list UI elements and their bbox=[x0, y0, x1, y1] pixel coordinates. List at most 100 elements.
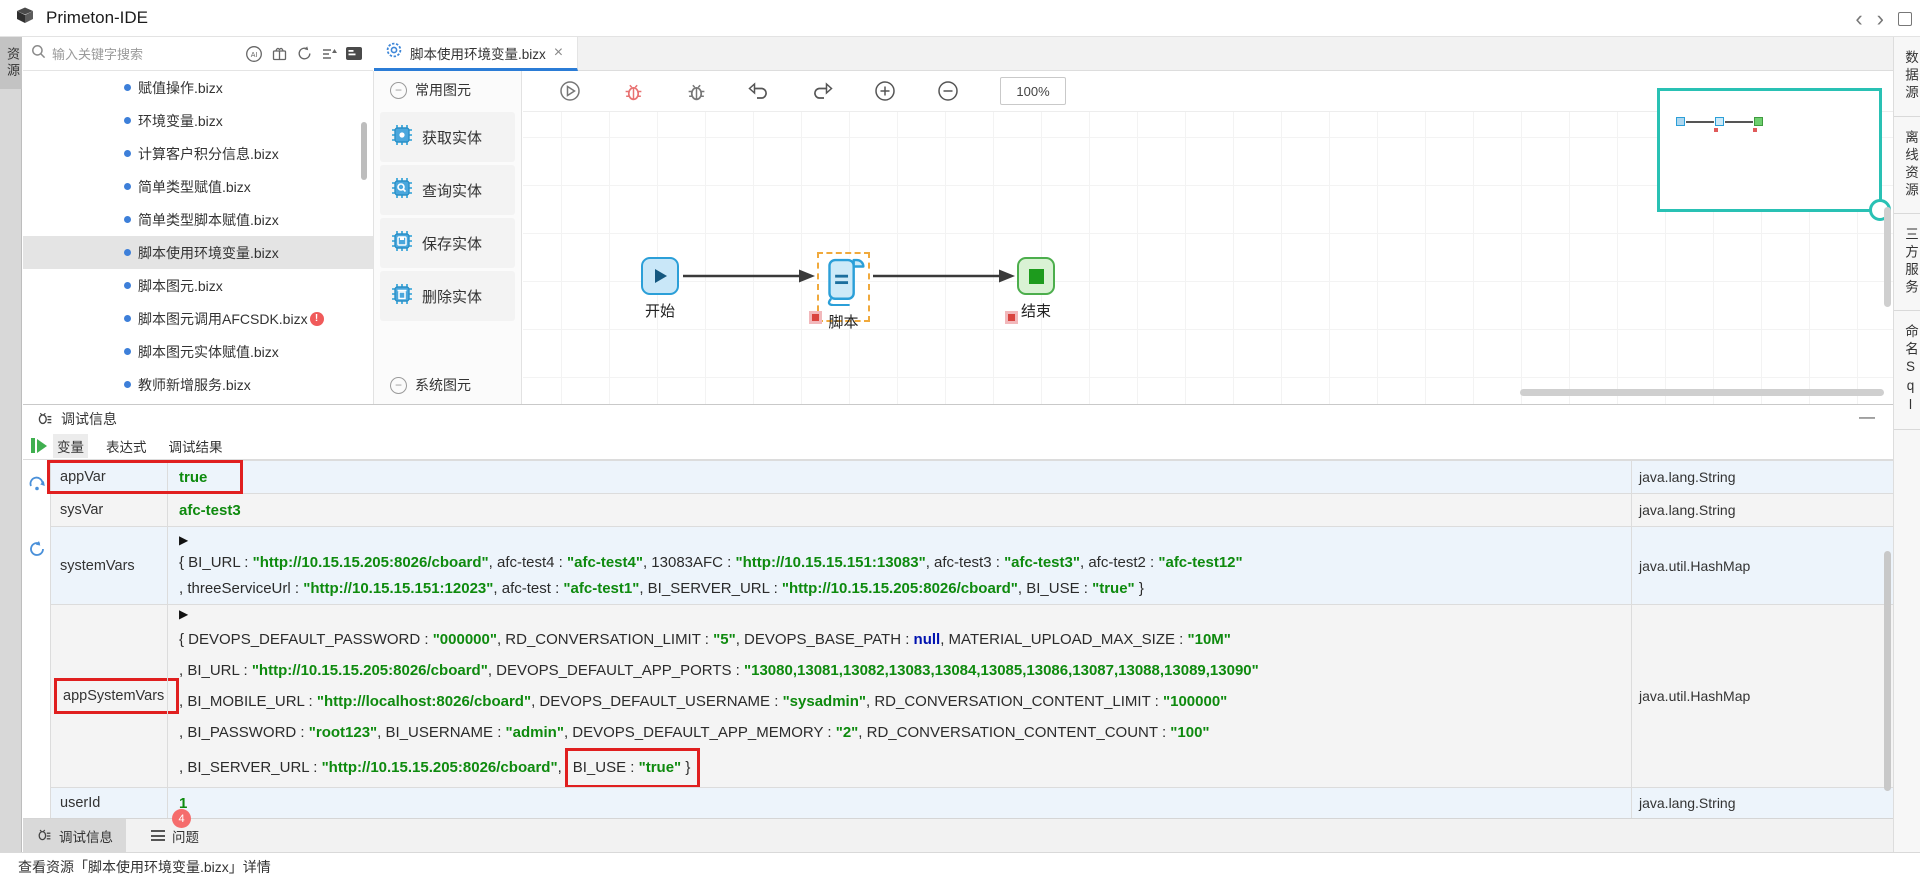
debug-panel-title: 调试信息 bbox=[61, 409, 117, 429]
expand-arrow-icon[interactable]: ▶ bbox=[179, 605, 1631, 624]
right-rail-item[interactable]: 离线资源 bbox=[1894, 117, 1920, 214]
refresh-icon[interactable] bbox=[295, 45, 313, 63]
key-text: , DEVOPS_DEFAULT_APP_MEMORY : bbox=[564, 724, 836, 741]
palette-item[interactable]: 保存实体 bbox=[380, 218, 515, 268]
variable-row[interactable]: sysVarafc-test3java.lang.String bbox=[51, 494, 1893, 527]
canvas-vscrollbar[interactable] bbox=[1884, 207, 1891, 307]
palette-item-label: 保存实体 bbox=[422, 233, 482, 254]
debug-active-icon[interactable] bbox=[622, 80, 644, 102]
tab-problems-label: 问题 bbox=[172, 826, 199, 846]
tree-item[interactable]: 脚本图元调用AFCSDK.bizx! bbox=[23, 302, 373, 335]
run-icon[interactable] bbox=[559, 80, 581, 102]
minimap[interactable] bbox=[1657, 88, 1882, 212]
key-text: , MATERIAL_UPLOAD_MAX_SIZE : bbox=[940, 631, 1187, 648]
variable-name: appSystemVars bbox=[54, 678, 179, 714]
debug-scrollbar[interactable] bbox=[1884, 551, 1891, 791]
status-bar: 查看资源「脚本使用环境变量.bizx」详情 bbox=[0, 852, 1920, 880]
variable-row[interactable]: appVartruejava.lang.String bbox=[51, 461, 1893, 494]
window-icon[interactable] bbox=[1898, 12, 1912, 26]
value-text: "100000" bbox=[1163, 693, 1227, 710]
file-name: 脚本图元实体赋值.bizx bbox=[138, 342, 279, 362]
view-toggle-icon[interactable] bbox=[345, 45, 363, 63]
node-end[interactable] bbox=[1017, 257, 1055, 295]
file-name: 赋值操作.bizx bbox=[138, 78, 223, 98]
zoom-in-icon[interactable] bbox=[874, 80, 896, 102]
app-window: Primeton-IDE ‹ › 资源 输入关键字搜索 AI bbox=[0, 0, 1920, 880]
key-text: , afc-test : bbox=[493, 580, 563, 597]
debug-tab-表达式[interactable]: 表达式 bbox=[102, 434, 151, 458]
right-rail-item[interactable]: 命名Sql bbox=[1894, 311, 1920, 430]
zoom-out-icon[interactable] bbox=[937, 80, 959, 102]
palette-group-label: 系统图元 bbox=[415, 375, 471, 395]
component-icon[interactable] bbox=[270, 45, 288, 63]
value-text: "afc-test1" bbox=[563, 580, 639, 597]
sidebar-tab-resources[interactable]: 资源 bbox=[0, 37, 22, 89]
undo-icon[interactable] bbox=[748, 80, 770, 102]
tab-problems[interactable]: 问题 4 bbox=[138, 819, 212, 852]
sort-icon[interactable] bbox=[320, 45, 338, 63]
tree-item[interactable]: 脚本使用环境变量.bizx bbox=[23, 236, 373, 269]
variable-row[interactable]: systemVars▶{ BI_URL : "http://10.15.15.2… bbox=[51, 527, 1893, 605]
nav-forward-icon[interactable]: › bbox=[1877, 8, 1884, 30]
close-icon[interactable]: × bbox=[554, 44, 563, 62]
breakpoint-marker[interactable] bbox=[1005, 311, 1018, 324]
entity-chip-icon bbox=[390, 229, 414, 257]
tree-item[interactable]: 赋值操作.bizx bbox=[23, 71, 373, 104]
flow-canvas[interactable]: 100% 开始 脚本 bbox=[523, 71, 1893, 404]
palette-group-system[interactable]: − 系统图元 bbox=[374, 366, 521, 404]
right-rail-item[interactable]: 三方服务 bbox=[1894, 214, 1920, 311]
variable-row[interactable]: userId1java.lang.String bbox=[51, 788, 1893, 819]
search-input[interactable]: 输入关键字搜索 bbox=[23, 44, 245, 64]
zoom-level[interactable]: 100% bbox=[1000, 77, 1066, 105]
tab-debug-info[interactable]: 调试信息 bbox=[23, 819, 126, 852]
nav-back-icon[interactable]: ‹ bbox=[1855, 8, 1862, 30]
step-over-icon[interactable] bbox=[28, 474, 46, 492]
key-text: { BI_URL : bbox=[179, 554, 253, 571]
status-text: 查看资源「脚本使用环境变量.bizx」详情 bbox=[18, 857, 271, 877]
key-text: } bbox=[681, 759, 690, 776]
canvas-hscrollbar[interactable] bbox=[1520, 389, 1884, 396]
tree-item[interactable]: 简单类型赋值.bizx bbox=[23, 170, 373, 203]
editor-tab-active[interactable]: 脚本使用环境变量.bizx × bbox=[374, 37, 578, 71]
variable-row[interactable]: appSystemVars▶{ DEVOPS_DEFAULT_PASSWORD … bbox=[51, 605, 1893, 788]
palette-item[interactable]: 获取实体 bbox=[380, 112, 515, 162]
palette-item-label: 查询实体 bbox=[422, 180, 482, 201]
expand-arrow-icon[interactable]: ▶ bbox=[179, 530, 1631, 550]
breakpoint-marker[interactable] bbox=[809, 311, 822, 324]
palette-item[interactable]: 查询实体 bbox=[380, 165, 515, 215]
value-text: "http://10.15.15.151:12023" bbox=[303, 580, 493, 597]
tree-item[interactable]: 计算客户积分信息.bizx bbox=[23, 137, 373, 170]
debug-tab-变量[interactable]: 变量 bbox=[53, 434, 88, 458]
minimap-end-node bbox=[1754, 117, 1763, 126]
debug-tab-调试结果[interactable]: 调试结果 bbox=[165, 434, 227, 458]
tree-item[interactable]: 教师新增服务.bizx bbox=[23, 368, 373, 401]
ai-assistant-icon[interactable]: AI bbox=[245, 45, 263, 63]
file-tree: 赋值操作.bizx 环境变量.bizx计算客户积分信息.bizx简单类型赋值.bi… bbox=[23, 71, 373, 404]
value-text: "true" bbox=[639, 759, 682, 776]
node-script[interactable]: 脚本 bbox=[817, 252, 870, 322]
tree-scrollbar[interactable] bbox=[361, 122, 367, 180]
tree-item[interactable]: 脚本图元实体赋值.bizx bbox=[23, 335, 373, 368]
tree-item[interactable]: 脚本图元.bizx bbox=[23, 269, 373, 302]
restart-icon[interactable] bbox=[28, 540, 46, 558]
file-bullet-icon bbox=[124, 381, 131, 388]
palette-item[interactable]: 删除实体 bbox=[380, 271, 515, 321]
file-name: 简单类型脚本赋值.bizx bbox=[138, 210, 279, 230]
variable-type: java.util.HashMap bbox=[1631, 605, 1893, 787]
value-text: "000000" bbox=[433, 631, 497, 648]
redo-icon[interactable] bbox=[811, 80, 833, 102]
file-bullet-icon bbox=[124, 249, 131, 256]
node-start[interactable] bbox=[641, 257, 679, 295]
palette-group-common[interactable]: − 常用图元 bbox=[374, 71, 521, 109]
debug-panel-header: 调试信息 — bbox=[23, 405, 1893, 432]
tree-item[interactable]: 简单类型脚本赋值.bizx bbox=[23, 203, 373, 236]
debug-gutter bbox=[23, 460, 50, 819]
stop-icon[interactable] bbox=[28, 507, 46, 525]
resume-icon[interactable] bbox=[31, 438, 47, 453]
key-text: , bbox=[558, 759, 562, 776]
key-text: , BI_SERVER_URL : bbox=[639, 580, 782, 597]
right-rail-item[interactable]: 数据源 bbox=[1894, 37, 1920, 117]
tree-item[interactable]: 环境变量.bizx bbox=[23, 104, 373, 137]
debug-icon[interactable] bbox=[685, 80, 707, 102]
collapse-panel-icon[interactable]: — bbox=[1859, 409, 1875, 427]
